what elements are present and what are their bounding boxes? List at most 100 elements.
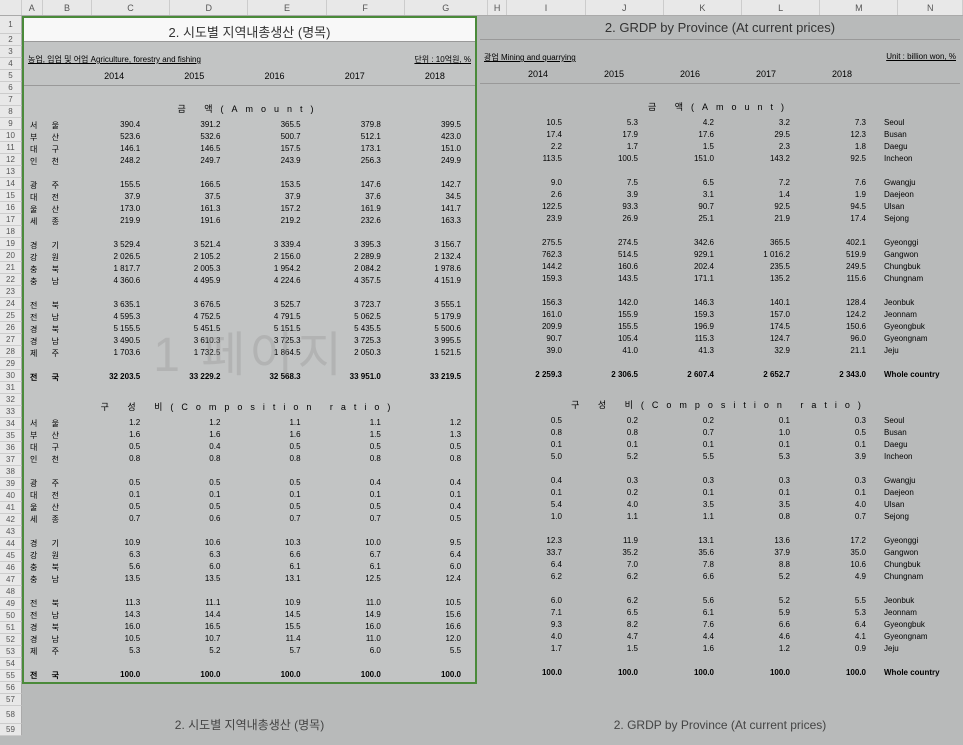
cell: 9.5 [395,538,475,550]
cell: 365.5 [728,238,804,250]
row-29[interactable]: 29 [0,358,22,370]
row-20[interactable]: 20 [0,250,22,262]
row-17[interactable]: 17 [0,214,22,226]
row-11[interactable]: 11 [0,142,22,154]
row-48[interactable]: 48 [0,586,22,598]
row-7[interactable]: 7 [0,94,22,106]
row-49[interactable]: 49 [0,598,22,610]
cell: 3.2 [728,118,804,130]
row-53[interactable]: 53 [0,646,22,658]
region-label: Jeju [880,346,960,358]
cell: 6.1 [315,562,395,574]
row-1[interactable]: 1 [0,16,22,34]
row-47[interactable]: 47 [0,574,22,586]
cell: 0.7 [804,512,880,524]
col-C[interactable]: C [92,0,170,15]
col-G[interactable]: G [405,0,488,15]
cell: 9.0 [500,178,576,190]
row-40[interactable]: 40 [0,490,22,502]
row-41[interactable]: 41 [0,502,22,514]
col-L[interactable]: L [742,0,820,15]
col-F[interactable]: F [327,0,405,15]
row-43[interactable]: 43 [0,526,22,538]
row-34[interactable]: 34 [0,418,22,430]
col-D[interactable]: D [170,0,248,15]
cell: 26.9 [576,214,652,226]
row-52[interactable]: 52 [0,634,22,646]
row-21[interactable]: 21 [0,262,22,274]
row-54[interactable]: 54 [0,658,22,670]
data-row: 17.417.917.629.512.3Busan [480,130,960,142]
cell: 1.5 [315,430,395,442]
cell: 96.0 [804,334,880,346]
row-25[interactable]: 25 [0,310,22,322]
row-51[interactable]: 51 [0,622,22,634]
row-8[interactable]: 8 [0,106,22,118]
row-33[interactable]: 33 [0,406,22,418]
row-6[interactable]: 6 [0,82,22,94]
col-K[interactable]: K [664,0,742,15]
row-19[interactable]: 19 [0,238,22,250]
region-label: 대 전 [24,192,74,204]
cell: 0.1 [804,488,880,500]
col-J[interactable]: J [586,0,664,15]
region-label: Sejong [880,214,960,226]
col-N[interactable]: N [898,0,963,15]
cell: 2.3 [728,142,804,154]
row-38[interactable]: 38 [0,466,22,478]
cell: 100.0 [804,668,880,680]
row-13[interactable]: 13 [0,166,22,178]
row-42[interactable]: 42 [0,514,22,526]
row-27[interactable]: 27 [0,334,22,346]
row-44[interactable]: 44 [0,538,22,550]
row-2[interactable]: 2 [0,34,22,46]
row-22[interactable]: 22 [0,274,22,286]
cell: 1.6 [234,430,314,442]
row-36[interactable]: 36 [0,442,22,454]
col-E[interactable]: E [248,0,326,15]
row-4[interactable]: 4 [0,58,22,70]
col-A[interactable]: A [22,0,44,15]
col-I[interactable]: I [507,0,585,15]
col-M[interactable]: M [820,0,898,15]
row-37[interactable]: 37 [0,454,22,466]
row-9[interactable]: 9 [0,118,22,130]
row-57[interactable]: 57 [0,694,22,706]
cell: 6.3 [154,550,234,562]
row-16[interactable]: 16 [0,202,22,214]
row-28[interactable]: 28 [0,346,22,358]
col-B[interactable]: B [43,0,92,15]
row-12[interactable]: 12 [0,154,22,166]
row-35[interactable]: 35 [0,430,22,442]
cell: 13.1 [234,574,314,586]
row-3[interactable]: 3 [0,46,22,58]
cell: 0.5 [315,442,395,454]
total-row: 전 국100.0100.0100.0100.0100.0 [24,670,475,682]
row-32[interactable]: 32 [0,394,22,406]
row-18[interactable]: 18 [0,226,22,238]
data-row: 1.01.11.10.80.7Sejong [480,512,960,524]
row-30[interactable]: 30 [0,370,22,382]
row-5[interactable]: 5 [0,70,22,82]
cell: 10.9 [74,538,154,550]
row-56[interactable]: 56 [0,682,22,694]
row-24[interactable]: 24 [0,298,22,310]
cell: 1 016.2 [728,250,804,262]
row-14[interactable]: 14 [0,178,22,190]
row-10[interactable]: 10 [0,130,22,142]
row-45[interactable]: 45 [0,550,22,562]
row-58[interactable]: 58 [0,706,22,724]
row-15[interactable]: 15 [0,190,22,202]
right-year-header: 2014 2015 2016 2017 2018 [480,64,960,84]
row-55[interactable]: 55 [0,670,22,682]
row-23[interactable]: 23 [0,286,22,298]
col-H[interactable]: H [488,0,508,15]
cell: 4.6 [728,632,804,644]
row-39[interactable]: 39 [0,478,22,490]
row-26[interactable]: 26 [0,322,22,334]
row-50[interactable]: 50 [0,610,22,622]
row-31[interactable]: 31 [0,382,22,394]
cell: 100.0 [315,670,395,682]
row-46[interactable]: 46 [0,562,22,574]
row-59[interactable]: 59 [0,724,22,736]
